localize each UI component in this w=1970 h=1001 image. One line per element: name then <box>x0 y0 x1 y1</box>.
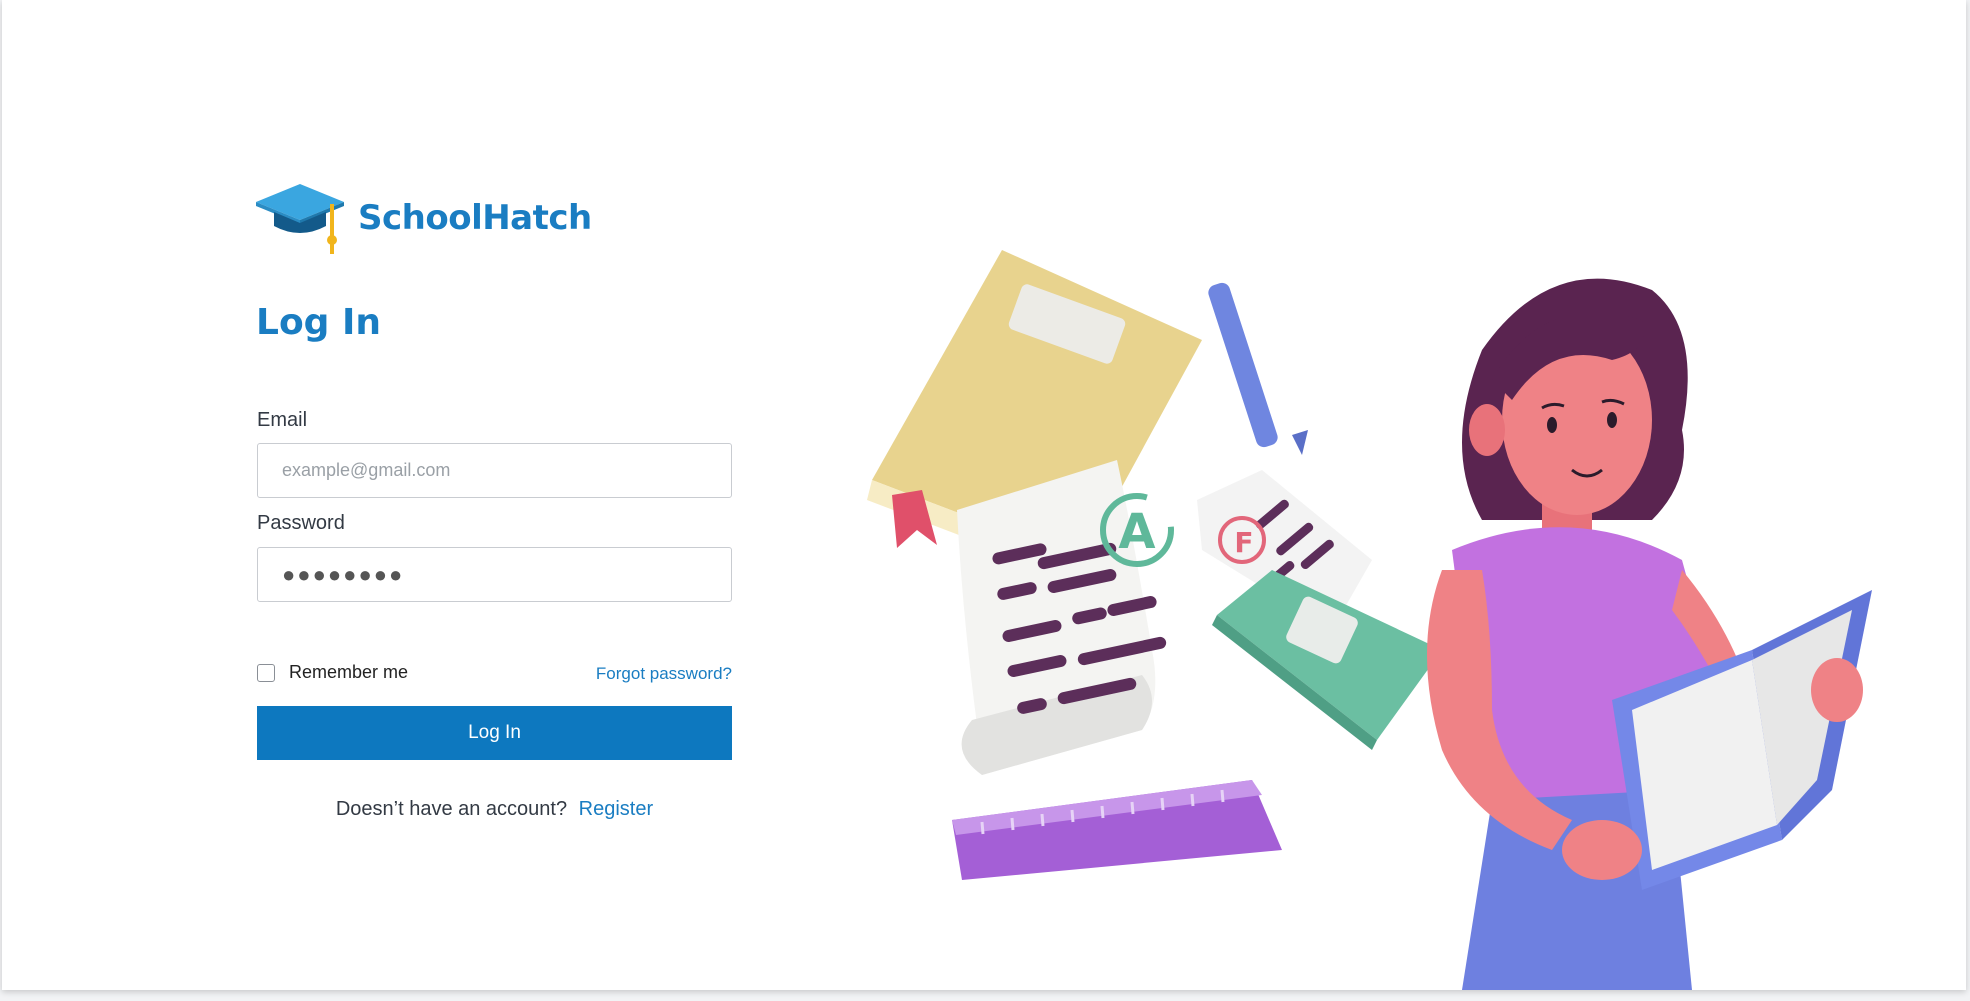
password-masked-value: ●●●●●●●● <box>282 561 405 587</box>
email-label: Email <box>257 409 308 431</box>
remember-me-label: Remember me <box>289 662 409 682</box>
svg-text:A: A <box>1118 504 1155 560</box>
password-label: Password <box>257 512 345 534</box>
ruler-icon <box>952 780 1282 880</box>
remember-me[interactable]: Remember me <box>257 662 408 683</box>
register-row: Doesn’t have an account? Register <box>257 798 732 821</box>
email-field-wrapper <box>257 443 732 498</box>
email-field[interactable] <box>258 444 731 497</box>
remember-me-checkbox[interactable] <box>257 663 275 682</box>
forgot-password-link[interactable]: Forgot password? <box>596 664 732 684</box>
register-link[interactable]: Register <box>579 798 653 820</box>
student-girl-icon <box>1427 278 1872 990</box>
student-reading-illustration: A F <box>867 250 1872 990</box>
login-button[interactable]: Log In <box>257 706 732 760</box>
password-field[interactable]: ●●●●●●●● <box>257 547 732 602</box>
brand-name: SchoolHatch <box>358 198 592 238</box>
page-title: Log In <box>256 302 381 343</box>
register-prompt: Doesn’t have an account? <box>335 798 568 820</box>
brand-logo: SchoolHatch <box>254 180 592 256</box>
graduation-cap-icon <box>256 184 344 254</box>
green-book-icon <box>1212 570 1442 750</box>
graded-paper-a-icon: A <box>957 460 1174 775</box>
svg-text:F: F <box>1234 526 1253 559</box>
login-page: SchoolHatch Log In Email Password ●●●●●●… <box>2 0 1966 990</box>
